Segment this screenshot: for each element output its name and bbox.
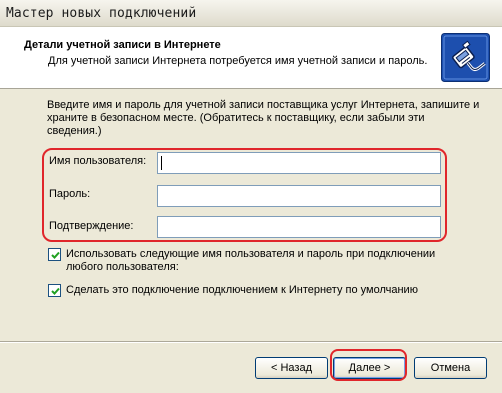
check-icon: [51, 251, 60, 259]
header-subtitle: Для учетной записи Интернета потребуется…: [48, 55, 428, 67]
use-for-all-checkbox[interactable]: [48, 248, 61, 261]
intro-line: сведения.): [47, 125, 102, 137]
fields-highlight-annotation: [42, 148, 447, 242]
intro-line: Введите имя и пароль для учетной записи …: [47, 99, 480, 111]
next-highlight-annotation: [330, 349, 407, 381]
intro-text: Введите имя и пароль для учетной записи …: [47, 99, 487, 138]
phone-connector-icon: [441, 33, 490, 82]
use-for-all-label[interactable]: Использовать следующие имя пользователя …: [66, 248, 435, 274]
window-title: Мастер новых подключений: [6, 6, 197, 21]
cancel-button[interactable]: Отмена: [414, 357, 487, 379]
wizard-header: Детали учетной записи в Интернете Для уч…: [0, 27, 502, 89]
header-title: Детали учетной записи в Интернете: [24, 39, 221, 51]
title-bar[interactable]: Мастер новых подключений: [0, 0, 502, 27]
default-connection-checkbox[interactable]: [48, 284, 61, 297]
footer-divider: [0, 341, 502, 343]
intro-line: храните в безопасном месте. (Обратитесь …: [47, 112, 425, 124]
back-button[interactable]: < Назад: [255, 357, 328, 379]
default-connection-label[interactable]: Сделать это подключение подключением к И…: [66, 284, 418, 297]
check-icon: [51, 287, 60, 295]
